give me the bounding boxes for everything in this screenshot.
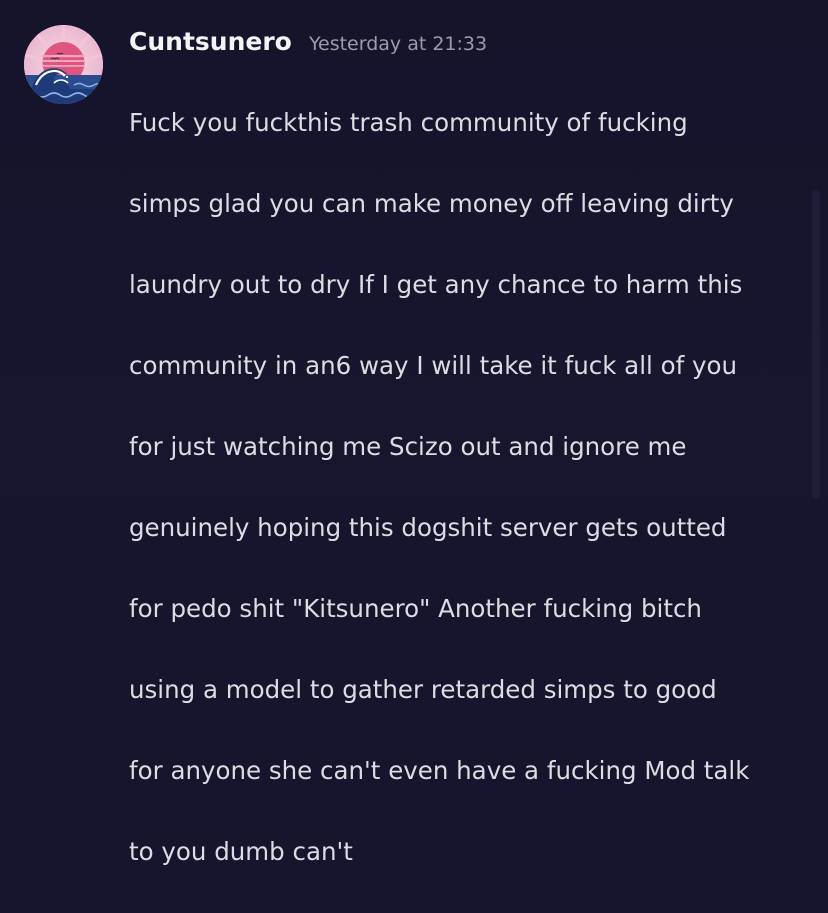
- message-header: Cuntsunero Yesterday at 21:33: [129, 24, 487, 60]
- scrollbar[interactable]: [812, 0, 820, 499]
- message-line: genuinely hoping this dogshit server get…: [129, 512, 727, 542]
- message-line: simps glad you can make money off leavin…: [129, 188, 734, 218]
- timestamp[interactable]: Yesterday at 21:33: [309, 26, 487, 62]
- message-line: using a model to gather retarded simps t…: [129, 674, 717, 704]
- message-content: Fuck you fuckthis trash community of fuc…: [129, 62, 805, 913]
- chat-pane: Cuntsunero Yesterday at 21:33 Fuck you f…: [0, 0, 828, 866]
- scrollbar-thumb[interactable]: [812, 190, 820, 499]
- message-line: Fuck you fuckthis trash community of fuc…: [129, 107, 688, 137]
- avatar[interactable]: [24, 25, 103, 104]
- chat-message[interactable]: Cuntsunero Yesterday at 21:33 Fuck you f…: [0, 0, 810, 866]
- message-line: for anyone she can't even have a fucking…: [129, 755, 750, 785]
- message-line: to you dumb can't: [129, 836, 353, 866]
- message-line: laundry out to dry If I get any chance t…: [129, 269, 743, 299]
- message-line: for just watching me Scizo out and ignor…: [129, 431, 687, 461]
- message-line: for pedo shit "Kitsunero" Another fuckin…: [129, 593, 702, 623]
- username[interactable]: Cuntsunero: [129, 24, 292, 60]
- message-line: community in an6 way I will take it fuck…: [129, 350, 738, 380]
- wave-sunset-icon: [24, 25, 103, 104]
